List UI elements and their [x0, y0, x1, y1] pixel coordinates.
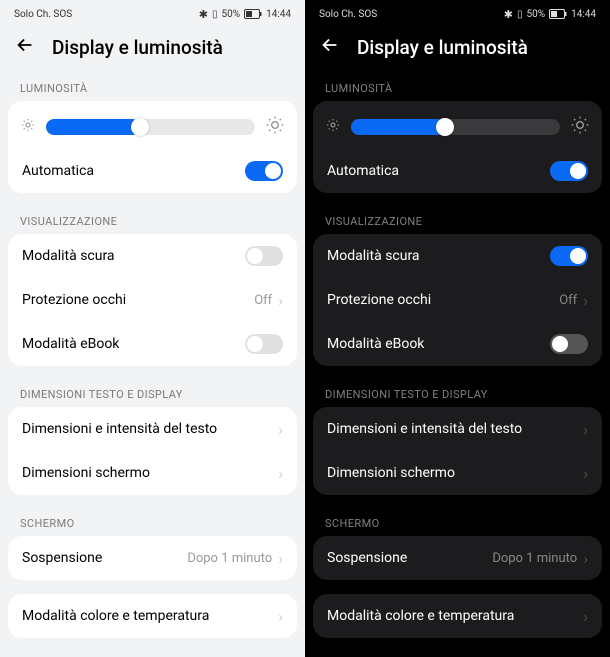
carrier-text: Solo Ch. SOS — [14, 9, 72, 20]
section-brightness-label: LUMINOSITÀ — [305, 74, 610, 101]
ebook-mode-row[interactable]: Modalità eBook — [8, 322, 297, 366]
sleep-label: Sospensione — [327, 550, 407, 566]
vibrate-icon: ▯ — [212, 9, 218, 20]
text-size-label: Dimensioni e intensità del testo — [22, 421, 217, 437]
text-size-row[interactable]: Dimensioni e intensità del testo › — [8, 407, 297, 451]
sleep-value: Dopo 1 minuto — [187, 551, 272, 566]
chevron-right-icon: › — [278, 291, 283, 310]
ebook-mode-row[interactable]: Modalità eBook — [313, 322, 602, 366]
bluetooth-icon: ✱ — [199, 8, 208, 21]
vibrate-icon: ▯ — [517, 9, 523, 20]
chevron-right-icon: › — [278, 549, 283, 568]
eye-protection-value: Off — [254, 293, 272, 308]
eye-protection-value: Off — [559, 293, 577, 308]
color-temp-row[interactable]: Modalità colore e temperatura › — [8, 594, 297, 638]
clock-text: 14:44 — [266, 9, 291, 20]
section-screen-label: SCHERMO — [0, 509, 305, 536]
bluetooth-icon: ✱ — [504, 8, 513, 21]
auto-brightness-toggle[interactable] — [550, 161, 588, 181]
chevron-right-icon: › — [583, 464, 588, 483]
eye-protection-row[interactable]: Protezione occhi Off › — [8, 278, 297, 322]
sleep-value: Dopo 1 minuto — [492, 551, 577, 566]
ebook-mode-toggle[interactable] — [245, 334, 283, 354]
sun-small-icon — [20, 117, 36, 137]
section-visualization-label: VISUALIZZAZIONE — [0, 207, 305, 234]
text-size-label: Dimensioni e intensità del testo — [327, 421, 522, 437]
sun-small-icon — [325, 117, 341, 137]
auto-brightness-row[interactable]: Automatica — [313, 149, 602, 193]
sleep-label: Sospensione — [22, 550, 102, 566]
dark-mode-row[interactable]: Modalità scura — [8, 234, 297, 278]
section-visualization-label: VISUALIZZAZIONE — [305, 207, 610, 234]
clock-text: 14:44 — [571, 9, 596, 20]
status-bar: Solo Ch. SOS ✱ ▯ 50% 14:44 — [0, 0, 305, 24]
ebook-mode-label: Modalità eBook — [22, 336, 119, 352]
dark-mode-label: Modalità scura — [22, 248, 115, 264]
chevron-right-icon: › — [583, 549, 588, 568]
eye-protection-label: Protezione occhi — [22, 292, 126, 308]
brightness-slider[interactable] — [351, 119, 560, 135]
eye-protection-row[interactable]: Protezione occhi Off › — [313, 278, 602, 322]
color-temp-label: Modalità colore e temperatura — [327, 608, 514, 624]
sleep-row[interactable]: Sospensione Dopo 1 minuto › — [8, 536, 297, 580]
chevron-right-icon: › — [583, 420, 588, 439]
brightness-slider[interactable] — [46, 119, 255, 135]
battery-icon — [244, 9, 262, 19]
color-temp-row[interactable]: Modalità colore e temperatura › — [313, 594, 602, 638]
dark-mode-label: Modalità scura — [327, 248, 420, 264]
chevron-right-icon: › — [583, 291, 588, 310]
screen-size-label: Dimensioni schermo — [327, 465, 455, 481]
status-bar: Solo Ch. SOS ✱ ▯ 50% 14:44 — [305, 0, 610, 24]
carrier-text: Solo Ch. SOS — [319, 9, 377, 20]
screen-size-row[interactable]: Dimensioni schermo › — [8, 451, 297, 495]
battery-icon — [549, 9, 567, 19]
section-text-display-label: DIMENSIONI TESTO E DISPLAY — [305, 380, 610, 407]
sun-large-icon — [265, 115, 285, 139]
chevron-right-icon: › — [583, 607, 588, 626]
screen-size-label: Dimensioni schermo — [22, 465, 150, 481]
auto-brightness-label: Automatica — [22, 163, 94, 179]
battery-percent: 50% — [527, 9, 546, 20]
screen-size-row[interactable]: Dimensioni schermo › — [313, 451, 602, 495]
sun-large-icon — [570, 115, 590, 139]
auto-brightness-label: Automatica — [327, 163, 399, 179]
section-text-display-label: DIMENSIONI TESTO E DISPLAY — [0, 380, 305, 407]
page-title: Display e luminosità — [357, 36, 528, 59]
text-size-row[interactable]: Dimensioni e intensità del testo › — [313, 407, 602, 451]
page-title: Display e luminosità — [52, 36, 223, 59]
dark-mode-toggle[interactable] — [550, 246, 588, 266]
sleep-row[interactable]: Sospensione Dopo 1 minuto › — [313, 536, 602, 580]
ebook-mode-toggle[interactable] — [550, 334, 588, 354]
battery-percent: 50% — [222, 9, 241, 20]
ebook-mode-label: Modalità eBook — [327, 336, 424, 352]
chevron-right-icon: › — [278, 464, 283, 483]
brightness-slider-row — [313, 101, 602, 149]
dark-mode-toggle[interactable] — [245, 246, 283, 266]
chevron-right-icon: › — [278, 607, 283, 626]
back-arrow-icon[interactable] — [14, 34, 36, 60]
color-temp-label: Modalità colore e temperatura — [22, 608, 209, 624]
section-screen-label: SCHERMO — [305, 509, 610, 536]
auto-brightness-row[interactable]: Automatica — [8, 149, 297, 193]
auto-brightness-toggle[interactable] — [245, 161, 283, 181]
back-arrow-icon[interactable] — [319, 34, 341, 60]
section-brightness-label: LUMINOSITÀ — [0, 74, 305, 101]
dark-mode-row[interactable]: Modalità scura — [313, 234, 602, 278]
brightness-slider-row — [8, 101, 297, 149]
chevron-right-icon: › — [278, 420, 283, 439]
eye-protection-label: Protezione occhi — [327, 292, 431, 308]
